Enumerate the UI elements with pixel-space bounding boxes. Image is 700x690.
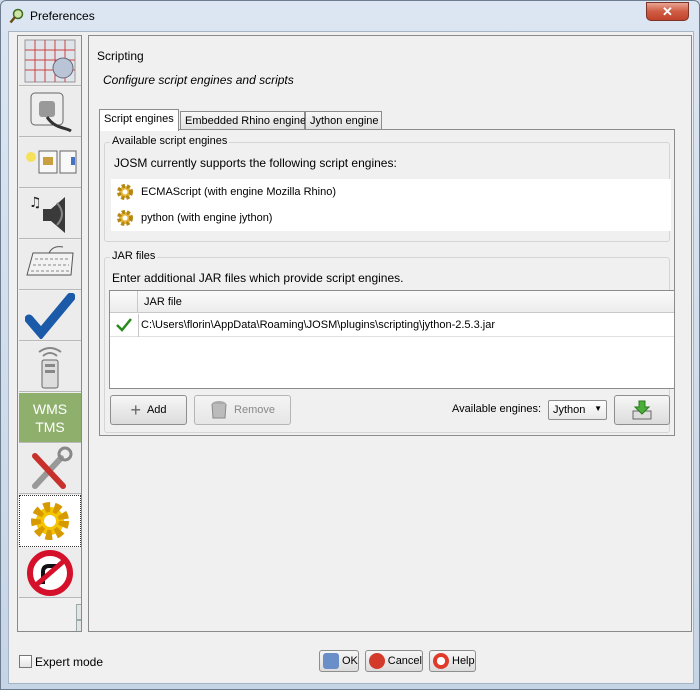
remove-button[interactable]: Remove — [194, 395, 291, 425]
list-item: python (with engine jython) — [115, 206, 272, 230]
check-icon — [116, 318, 132, 332]
sidebar-item-validator[interactable] — [19, 291, 81, 341]
script-engines-tab-panel: Available script engines JOSM currently … — [99, 129, 675, 436]
engines-list: ECMAScript (with engine Mozilla Rhino) p… — [111, 179, 671, 231]
wms-tms-icon: WMS TMS — [33, 400, 67, 436]
available-engines-label: Available engines: — [452, 403, 542, 415]
ok-icon — [323, 653, 339, 669]
gear-icon — [117, 210, 133, 226]
sidebar-item-advanced[interactable] — [19, 444, 81, 494]
engine-label: ECMAScript (with engine Mozilla Rhino) — [141, 186, 337, 198]
sidebar-scroll-up[interactable]: ▲ — [76, 604, 81, 620]
gear-icon — [117, 184, 133, 200]
window-title: Preferences — [30, 9, 95, 23]
tab-embedded-rhino-engine[interactable]: Embedded Rhino engine — [180, 111, 306, 130]
sidebar-item-scripting[interactable] — [19, 495, 81, 547]
expert-mode-label[interactable]: Expert mode — [35, 655, 103, 669]
chevron-down-icon: ▼ — [594, 404, 602, 413]
download-icon — [632, 400, 652, 420]
no-turn-icon — [27, 549, 73, 596]
josm-app-icon — [9, 8, 24, 24]
sidebar-item-plugins[interactable] — [19, 548, 81, 598]
tab-script-engines[interactable]: Script engines — [99, 109, 179, 131]
sidebar-item-shortcuts[interactable] — [19, 240, 81, 290]
preferences-window: Preferences ✕ ♫ WMS TMS Scripting Config… — [0, 0, 700, 690]
svg-text:♫: ♫ — [29, 195, 42, 211]
table-row[interactable]: C:\Users\florin\AppData\Roaming\JOSM\plu… — [110, 314, 674, 337]
tools-icon — [32, 446, 73, 489]
jar-files-group: JAR files Enter additional JAR files whi… — [104, 250, 675, 433]
available-engines-intro: JOSM currently supports the following sc… — [114, 156, 397, 170]
help-button[interactable]: Help — [429, 650, 476, 672]
page-description: Configure script engines and scripts — [103, 73, 294, 87]
add-label: Add — [146, 404, 167, 416]
scripting-panel: Scripting Configure script engines and s… — [88, 35, 692, 632]
keyboard-icon — [26, 245, 74, 275]
dialog-footer: Expert mode OK Cancel Help — [9, 634, 695, 685]
list-item: ECMAScript (with engine Mozilla Rhino) — [115, 180, 336, 204]
download-button[interactable] — [614, 395, 670, 425]
remove-label: Remove — [234, 404, 275, 416]
add-button[interactable]: + Add — [110, 395, 187, 425]
jar-files-table[interactable]: JAR file C:\Users\florin\AppData\Roaming… — [109, 290, 675, 389]
jar-file-column-header[interactable]: JAR file — [138, 291, 674, 313]
cancel-icon — [369, 653, 385, 669]
engines-dropdown-value: Jython — [553, 404, 586, 416]
status-column-header — [110, 291, 138, 313]
jar-files-intro: Enter additional JAR files which provide… — [112, 271, 404, 285]
folder-icon — [26, 150, 77, 173]
close-icon: ✕ — [662, 4, 673, 19]
sidebar-item-audio[interactable]: ♫ — [19, 189, 81, 239]
available-engines-title: Available script engines — [110, 135, 230, 147]
gear-icon — [31, 502, 69, 540]
tms-label: TMS — [35, 418, 65, 435]
cancel-label: Cancel — [387, 655, 422, 667]
close-button[interactable]: ✕ — [646, 2, 689, 21]
checkmark-icon — [25, 292, 75, 339]
map-grid-icon — [24, 39, 76, 82]
plug-icon — [30, 92, 72, 132]
ok-button[interactable]: OK — [319, 650, 359, 672]
ok-label: OK — [342, 655, 358, 667]
title-bar[interactable]: Preferences ✕ — [1, 1, 699, 31]
preferences-sidebar: ♫ WMS TMS — [17, 35, 82, 632]
tab-jython-engine[interactable]: Jython engine — [305, 111, 382, 130]
cancel-button[interactable]: Cancel — [365, 650, 423, 672]
page-title: Scripting — [97, 49, 144, 63]
sidebar-item-imagery[interactable]: WMS TMS — [19, 393, 81, 443]
available-engines-group: Available script engines JOSM currently … — [104, 135, 671, 242]
expert-mode-checkbox[interactable] — [19, 655, 32, 668]
lifebuoy-icon — [433, 653, 449, 669]
sidebar-item-remote-control[interactable] — [19, 342, 81, 392]
remote-icon — [38, 346, 62, 388]
plus-icon: + — [130, 400, 141, 420]
jar-path-cell[interactable]: C:\Users\florin\AppData\Roaming\JOSM\plu… — [138, 314, 495, 337]
speaker-icon: ♫ — [29, 195, 65, 233]
sidebar-item-display[interactable] — [19, 36, 81, 86]
sidebar-scroll-down[interactable]: ▼ — [76, 620, 81, 631]
sidebar-item-connection[interactable] — [19, 87, 81, 137]
help-label: Help — [452, 655, 475, 667]
sidebar-item-files[interactable] — [19, 138, 81, 188]
engines-dropdown[interactable]: Jython ▼ — [548, 400, 607, 420]
engine-label: python (with engine jython) — [141, 212, 273, 224]
wms-label: WMS — [32, 400, 68, 417]
dialog-body: ♫ WMS TMS Scripting Configure script eng… — [8, 31, 694, 684]
jar-files-title: JAR files — [110, 250, 158, 262]
trash-icon — [211, 401, 227, 419]
